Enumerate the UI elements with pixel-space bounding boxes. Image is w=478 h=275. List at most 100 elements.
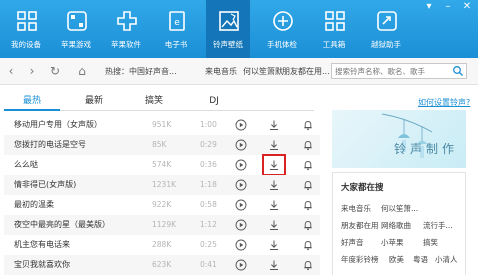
checkup-icon <box>273 11 293 31</box>
song-duration: 1:12 <box>200 220 217 229</box>
toolbar-ebook[interactable]: e 电子书 <box>154 0 198 58</box>
hot-search-item[interactable]: 何以笙箫默 <box>243 66 283 77</box>
download-icon[interactable] <box>268 239 280 251</box>
search-icon[interactable] <box>452 65 464 77</box>
set-ringtone-bell-icon[interactable] <box>302 239 314 251</box>
download-icon[interactable] <box>268 119 280 131</box>
tab-funny[interactable]: 搞笑 <box>126 93 182 110</box>
popular-search-tag[interactable]: 网络歌曲 <box>381 220 411 231</box>
device-icon <box>17 11 37 31</box>
song-size: 1129K <box>152 220 177 229</box>
song-size: 623K <box>152 260 172 269</box>
svg-text:e: e <box>174 18 180 28</box>
play-icon[interactable] <box>235 159 247 171</box>
song-duration: 0:41 <box>200 260 217 269</box>
toolbar-apps[interactable]: 苹果软件 <box>104 0 148 58</box>
list-item[interactable]: 您拨打的电话是空号 85K 0:29 <box>4 135 320 155</box>
refresh-icon[interactable]: ↻ <box>48 64 62 78</box>
play-icon[interactable] <box>235 179 247 191</box>
toolbar-label: 越狱助手 <box>371 40 401 49</box>
popular-search-tag[interactable]: 来电音乐 <box>341 203 371 214</box>
popular-search-tag[interactable]: 好声音 <box>341 237 364 248</box>
list-item[interactable]: 最初的温柔 922K 0:58 <box>4 195 320 215</box>
popular-searches-title: 大家都在搜 <box>341 183 384 193</box>
popular-search-tag[interactable]: 粤语 <box>413 254 428 265</box>
download-highlight-box <box>262 154 286 176</box>
play-icon[interactable] <box>235 199 247 211</box>
download-icon[interactable] <box>268 259 280 271</box>
play-icon[interactable] <box>235 119 247 131</box>
ringtone-wallpaper-icon <box>219 11 239 31</box>
jailbreak-icon <box>377 11 397 31</box>
hot-search-item[interactable]: 朋友都在用... <box>282 66 330 77</box>
toolbar-checkup[interactable]: 手机体检 <box>260 0 304 58</box>
song-title: 机主您有电话来 <box>14 240 70 249</box>
song-size: 1231K <box>152 180 177 189</box>
toolbar-game[interactable]: 苹果游戏 <box>54 0 98 58</box>
popular-search-tag[interactable]: 搞笑 <box>423 237 438 248</box>
song-size: 574K <box>152 160 172 169</box>
close-icon[interactable]: ✕ <box>460 1 474 13</box>
popular-search-tag[interactable]: 欧美 <box>389 254 404 265</box>
set-ringtone-bell-icon[interactable] <box>302 199 314 211</box>
tab-newest[interactable]: 最新 <box>66 93 122 110</box>
set-ringtone-bell-icon[interactable] <box>302 139 314 151</box>
hot-search-item[interactable]: 来电音乐 <box>205 66 237 77</box>
forward-icon[interactable]: › <box>25 64 39 78</box>
wind-chime-illustration <box>381 113 433 158</box>
list-item[interactable]: 移动用户专用（女声版） 951K 1:00 <box>4 115 320 135</box>
list-item[interactable]: 机主您有电话来 288K 0:25 <box>4 235 320 255</box>
song-title: 您拨打的电话是空号 <box>14 140 86 149</box>
tab-hottest[interactable]: 最热 <box>4 93 60 111</box>
set-ringtone-bell-icon[interactable] <box>302 119 314 131</box>
toolbar-label: 手机体检 <box>267 40 297 49</box>
set-ringtone-bell-icon[interactable] <box>302 219 314 231</box>
list-item[interactable]: 么么哒 574K 0:36 <box>4 154 320 176</box>
list-item[interactable]: 宝贝我就喜欢你 623K 0:41 <box>4 255 320 275</box>
search-box[interactable] <box>331 63 467 79</box>
toolbar-label: 工具箱 <box>322 40 346 49</box>
back-icon[interactable]: ‹ <box>4 64 18 78</box>
address-bar: ‹ › ↻ ⌂ 热搜：中国好声音... 来电音乐 何以笙箫默 朋友都在用... <box>0 58 478 85</box>
toolbar-toolbox[interactable]: 工具箱 <box>312 0 356 58</box>
song-size: 951K <box>152 120 172 129</box>
list-item[interactable]: 情非得已(女声版) 1231K 1:18 <box>4 175 320 195</box>
set-ringtone-bell-icon[interactable] <box>302 179 314 191</box>
toolbar-device[interactable]: 我的设备 <box>4 0 48 58</box>
ringtone-list: 移动用户专用（女声版） 951K 1:00 您拨打的电话是空号 85K 0:29 么么哒 57… <box>4 115 320 275</box>
ringtone-maker-banner[interactable]: 铃声制作 <box>332 110 466 168</box>
top-toolbar: ▾ – ✕ 我的设备 苹果游戏 苹果软件 e 电子书 铃声壁纸 手机体检 工具箱 越狱助手 <box>0 0 478 58</box>
home-icon[interactable]: ⌂ <box>75 64 89 78</box>
download-icon[interactable] <box>268 179 280 191</box>
download-icon[interactable] <box>268 219 280 231</box>
set-ringtone-bell-icon[interactable] <box>302 259 314 271</box>
tab-dj[interactable]: DJ <box>186 93 242 110</box>
ebook-icon: e <box>169 11 185 31</box>
toolbar-jailbreak[interactable]: 越狱助手 <box>364 0 408 58</box>
toolbar-ringtone-wallpaper[interactable]: 铃声壁纸 <box>206 0 250 58</box>
list-item[interactable]: 夜空中最亮的星（最美版） 1129K 1:12 <box>4 215 320 235</box>
popular-search-tag[interactable]: 小清人 <box>435 254 458 265</box>
dropdown-menu-icon[interactable]: ▾ <box>422 1 436 13</box>
download-icon[interactable] <box>268 199 280 211</box>
play-icon[interactable] <box>235 219 247 231</box>
popular-search-tag[interactable]: 何以笙箫... <box>381 203 418 214</box>
song-duration: 1:18 <box>200 180 217 189</box>
toolbar-label: 铃声壁纸 <box>213 40 243 49</box>
popular-search-tag[interactable]: 小苹果 <box>381 237 404 248</box>
song-title: 情非得已(女声版) <box>14 180 77 189</box>
popular-search-tag[interactable]: 朋友都在用 <box>341 220 379 231</box>
play-icon[interactable] <box>235 259 247 271</box>
song-title: 最初的温柔 <box>14 200 54 209</box>
download-icon[interactable] <box>268 139 280 151</box>
play-icon[interactable] <box>235 139 247 151</box>
minimize-icon[interactable]: – <box>441 1 455 13</box>
search-input[interactable] <box>335 65 447 77</box>
play-icon[interactable] <box>235 239 247 251</box>
popular-search-tag[interactable]: 流行手... <box>423 220 453 231</box>
song-size: 288K <box>152 240 172 249</box>
how-to-set-ringtone-link[interactable]: 如何设置铃声? <box>418 97 470 108</box>
popular-search-tag[interactable]: 年度彩铃榜 <box>341 254 379 265</box>
set-ringtone-bell-icon[interactable] <box>302 159 314 171</box>
hot-search-label: 热搜：中国好声音... <box>105 67 177 76</box>
